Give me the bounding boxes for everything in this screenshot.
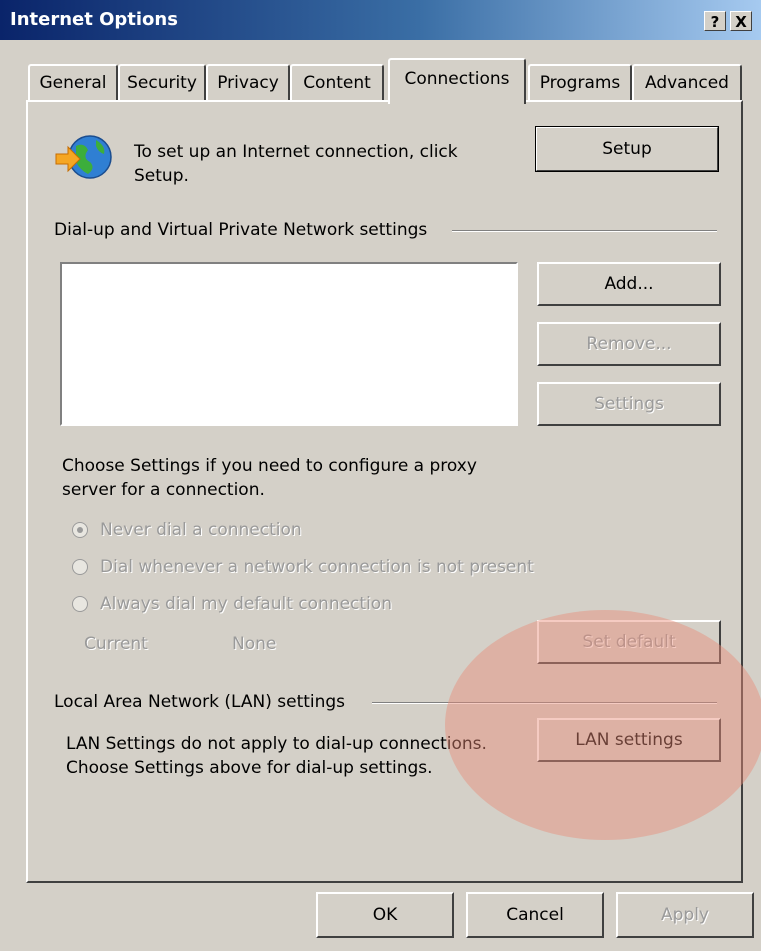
lan-instruction-line1: LAN Settings do not apply to dial-up con… <box>66 734 487 754</box>
settings-button[interactable]: Settings <box>537 382 721 426</box>
apply-button[interactable]: Apply <box>616 892 754 938</box>
proxy-instruction-line1: Choose Settings if you need to configure… <box>62 456 477 476</box>
tab-content[interactable]: Content <box>290 64 384 102</box>
ok-button[interactable]: OK <box>316 892 454 938</box>
setup-instruction-line1: To set up an Internet connection, click <box>134 142 458 162</box>
setup-instruction-line2: Setup. <box>134 166 189 186</box>
current-value: None <box>232 634 277 654</box>
dialup-group-header: Dial-up and Virtual Private Network sett… <box>54 220 428 240</box>
current-label: Current <box>84 634 148 654</box>
lan-settings-button[interactable]: LAN settings <box>537 718 721 762</box>
lan-group-divider <box>372 702 717 704</box>
dialup-group-divider <box>452 230 717 232</box>
tab-security[interactable]: Security <box>118 64 206 102</box>
remove-button[interactable]: Remove... <box>537 322 721 366</box>
add-button[interactable]: Add... <box>537 262 721 306</box>
radio-always-dial-label: Always dial my default connection <box>100 594 392 614</box>
radio-button[interactable] <box>72 596 88 612</box>
lan-instruction-line2: Choose Settings above for dial-up settin… <box>66 758 433 778</box>
radio-button-checked[interactable] <box>72 522 88 538</box>
radio-never-dial[interactable]: Never dial a connection <box>72 518 302 542</box>
help-button[interactable]: ? <box>704 11 726 31</box>
tab-programs[interactable]: Programs <box>528 64 632 102</box>
radio-button[interactable] <box>72 559 88 575</box>
radio-always-dial[interactable]: Always dial my default connection <box>72 592 392 616</box>
tab-general[interactable]: General <box>28 64 118 102</box>
title-bar: Internet Options ? X <box>0 0 761 40</box>
connections-listbox[interactable] <box>60 262 518 426</box>
globe-connection-icon <box>52 132 116 182</box>
tab-privacy[interactable]: Privacy <box>206 64 290 102</box>
close-button[interactable]: X <box>730 11 752 31</box>
window-title: Internet Options <box>10 9 178 30</box>
tab-connections[interactable]: Connections <box>388 58 526 104</box>
lan-group-header: Local Area Network (LAN) settings <box>54 692 346 712</box>
radio-dial-when-not-present[interactable]: Dial whenever a network connection is no… <box>72 555 534 579</box>
set-default-button[interactable]: Set default <box>537 620 721 664</box>
radio-never-dial-label: Never dial a connection <box>100 520 302 540</box>
radio-dial-when-not-present-label: Dial whenever a network connection is no… <box>100 557 534 577</box>
cancel-button[interactable]: Cancel <box>466 892 604 938</box>
setup-button[interactable]: Setup <box>535 126 719 172</box>
tab-advanced[interactable]: Advanced <box>632 64 742 102</box>
proxy-instruction-line2: server for a connection. <box>62 480 265 500</box>
